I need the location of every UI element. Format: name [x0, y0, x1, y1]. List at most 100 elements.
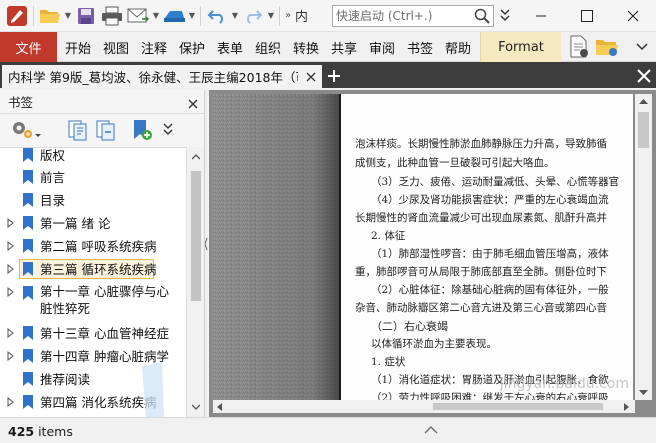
document-horizontal-scrollbar[interactable] — [213, 400, 635, 413]
page-text-line: 杂音、肺动脉瓣区第二心音亢进及第三心音或第四心音 — [355, 302, 607, 314]
redo-icon[interactable] — [240, 0, 266, 32]
document-tab[interactable]: 内科学 第9版_葛均波、徐永健、王辰主编2018年（可... — [2, 65, 322, 88]
quick-launch-search[interactable] — [332, 5, 494, 27]
bookmark-label: 第十一章 心脏骤停与心脏性猝死 — [40, 284, 169, 316]
bookmarks-panel-header: 书签 — [0, 90, 205, 114]
bookmark-flag-icon — [23, 326, 33, 340]
print-icon[interactable] — [99, 0, 125, 32]
page-text-line: 2. 体征 — [371, 230, 406, 242]
bookmark-count: 425 items — [8, 424, 73, 439]
expand-triangle-icon[interactable] — [7, 218, 15, 228]
watermark: jingyan.baidu.com — [499, 376, 629, 392]
scroll-up-arrow-icon[interactable] — [639, 98, 648, 106]
chevron-down-icon[interactable] — [636, 40, 648, 55]
status-grip-icon[interactable] — [424, 426, 438, 434]
bookmark-item[interactable]: 第十三章 心血管神经症 — [0, 322, 186, 344]
expand-triangle-icon[interactable] — [7, 351, 15, 361]
open-dropdown-arrow-icon[interactable]: ▼ — [63, 0, 73, 32]
bookmark-item[interactable]: 第二篇 呼吸系统疾病 — [0, 235, 186, 257]
search-lead-text: 内 — [295, 10, 309, 25]
expand-triangle-icon[interactable] — [7, 328, 15, 338]
menu-tab-protect[interactable]: 保护 — [174, 32, 210, 62]
close-tab-icon[interactable] — [306, 70, 316, 85]
scroll-down-arrow-icon[interactable] — [639, 388, 648, 396]
pdf-page: 泡沫样痰。长期慢性肺淤血肺静脉压力升高，导致肺循 成侧支，此种血管一旦破裂可引起… — [341, 94, 633, 400]
scrollbar-thumb[interactable] — [433, 403, 603, 410]
menu-tab-share[interactable]: 共享 — [326, 32, 362, 62]
scan-dropdown-arrow-icon[interactable]: ▼ — [187, 0, 197, 32]
overflow-chevron-icon[interactable]: » — [283, 0, 293, 32]
undo-dropdown-arrow-icon[interactable]: ▼ — [230, 0, 240, 32]
document-tab-strip: 内科学 第9版_葛均波、徐永健、王辰主编2018年（可... — [0, 62, 656, 88]
menu-tab-view[interactable]: 视图 — [98, 32, 134, 62]
open-folder-icon[interactable] — [37, 0, 63, 32]
email-icon[interactable] — [125, 0, 151, 32]
email-dropdown-arrow-icon[interactable]: ▼ — [151, 0, 161, 32]
page-text-line: （1）肺部湿性啰音：由于肺毛细血管压增高，液体 — [371, 248, 609, 260]
document-properties-icon[interactable] — [566, 34, 592, 60]
expand-triangle-icon[interactable] — [7, 287, 15, 297]
page-text-line: （2）心脏体征：除基础心脏病的固有体征外，一般 — [371, 284, 609, 296]
search-input[interactable] — [336, 7, 470, 25]
document-view[interactable]: 泡沫样痰。长期慢性肺淤血肺静脉压力升高，导致肺循 成侧支，此种血管一旦破裂可引起… — [209, 90, 656, 417]
expand-triangle-icon[interactable] — [7, 397, 15, 407]
bookmark-flag-icon — [23, 170, 33, 184]
more-options-chevron-icon[interactable] — [160, 118, 176, 142]
scroll-up-arrow-icon[interactable] — [192, 153, 200, 161]
page-text-line: 1. 症状 — [371, 356, 406, 368]
bookmark-item[interactable]: 前言 — [0, 166, 186, 188]
bookmark-item[interactable]: 版权 — [0, 148, 186, 166]
expand-triangle-icon[interactable] — [7, 264, 15, 274]
file-menu-tab[interactable]: 文件 — [0, 32, 57, 62]
menu-tab-form[interactable]: 表单 — [212, 32, 248, 62]
bookmark-label: 目录 — [40, 192, 66, 208]
scrollbar-thumb[interactable] — [191, 171, 201, 301]
menu-tab-bookmark[interactable]: 书签 — [402, 32, 438, 62]
expand-triangle-icon[interactable] — [7, 241, 15, 251]
menu-tab-review[interactable]: 审阅 — [364, 32, 400, 62]
bookmark-item[interactable]: 第十一章 心脏骤停与心脏性猝死 — [0, 282, 186, 318]
redo-dropdown-arrow-icon[interactable]: ▼ — [266, 0, 276, 32]
bookmark-item[interactable]: 目录 — [0, 189, 186, 211]
expand-bookmarks-icon[interactable] — [66, 118, 90, 142]
overflow-chevron-icon[interactable] — [500, 9, 510, 26]
new-tab-plus-icon[interactable] — [324, 66, 344, 86]
minimize-button[interactable] — [518, 0, 564, 32]
menu-tab-help[interactable]: 帮助 — [440, 32, 476, 62]
scan-icon[interactable] — [161, 0, 187, 32]
scroll-down-arrow-icon[interactable] — [192, 403, 200, 411]
close-panel-icon[interactable] — [188, 97, 198, 112]
scroll-right-arrow-icon[interactable] — [623, 403, 630, 411]
bookmark-item-selected[interactable]: 第三篇 循环系统疾病 — [0, 258, 186, 280]
undo-icon[interactable] — [204, 0, 230, 32]
menu-tab-home[interactable]: 开始 — [60, 32, 96, 62]
bookmarks-scrollbar[interactable] — [186, 147, 204, 417]
bookmark-tree: 版权 前言 目录 第一篇 绪 论 第二篇 呼吸系统疾病 第三篇 循环系统疾病 第… — [0, 147, 186, 417]
bookmark-flag-icon — [23, 216, 33, 230]
page-text-line: 成侧支，此种血管一旦破裂可引起大咯血。 — [355, 157, 555, 169]
search-icon[interactable] — [474, 8, 490, 27]
app-logo-icon[interactable] — [4, 3, 30, 29]
menu-tab-format[interactable]: Format — [480, 32, 561, 62]
scrollbar-thumb[interactable] — [638, 112, 649, 148]
scroll-left-arrow-icon[interactable] — [216, 403, 223, 411]
bookmark-label: 第二篇 呼吸系统疾病 — [40, 238, 157, 254]
menu-tab-comment[interactable]: 注释 — [136, 32, 172, 62]
bookmark-count-label: items — [38, 424, 73, 439]
collapse-bookmarks-icon[interactable] — [94, 118, 118, 142]
close-document-icon[interactable] — [634, 66, 654, 86]
separator — [33, 5, 34, 26]
document-vertical-scrollbar[interactable] — [635, 94, 652, 400]
save-icon[interactable] — [73, 0, 99, 32]
add-bookmark-icon[interactable] — [130, 118, 154, 142]
gear-options-icon[interactable] — [8, 118, 42, 142]
close-window-button[interactable] — [610, 0, 656, 32]
menu-tab-convert[interactable]: 转换 — [288, 32, 324, 62]
panel-title: 书签 — [8, 95, 34, 110]
bookmark-flag-icon — [23, 262, 33, 276]
folder-settings-icon[interactable] — [594, 34, 620, 60]
bookmark-label: 前言 — [40, 169, 66, 185]
menu-tab-organize[interactable]: 组织 — [250, 32, 286, 62]
bookmark-item[interactable]: 第一篇 绪 论 — [0, 212, 186, 234]
maximize-button[interactable] — [564, 0, 610, 32]
